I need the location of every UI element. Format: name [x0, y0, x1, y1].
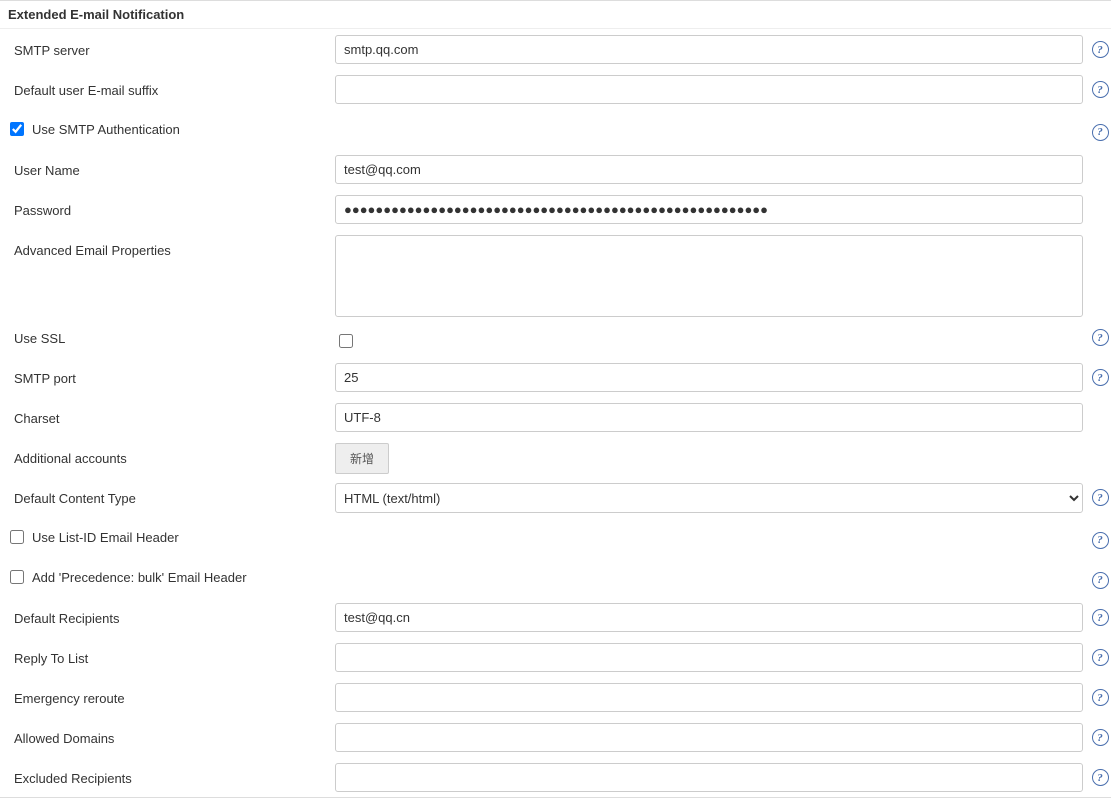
row-emergency-reroute: Emergency reroute ?: [0, 677, 1111, 717]
row-password: Password: [0, 189, 1111, 229]
default-recipients-input[interactable]: [335, 603, 1083, 632]
default-suffix-input[interactable]: [335, 75, 1083, 104]
label-allowed-domains: Allowed Domains: [0, 723, 335, 746]
use-ssl-checkbox[interactable]: [339, 334, 353, 348]
use-list-id-checkbox[interactable]: [10, 530, 24, 544]
label-use-smtp-auth: Use SMTP Authentication: [32, 122, 180, 137]
label-smtp-server: SMTP server: [0, 35, 335, 58]
row-additional-accounts: Additional accounts 新增: [0, 437, 1111, 477]
label-user-name: User Name: [0, 155, 335, 178]
smtp-port-input[interactable]: [335, 363, 1083, 392]
label-additional-accounts: Additional accounts: [0, 443, 335, 466]
help-icon[interactable]: ?: [1092, 609, 1109, 626]
section-title: Extended E-mail Notification: [0, 1, 1111, 29]
label-charset: Charset: [0, 403, 335, 426]
row-add-precedence: Add 'Precedence: bulk' Email Header ?: [0, 557, 1111, 597]
help-icon[interactable]: ?: [1092, 649, 1109, 666]
add-account-button[interactable]: 新增: [335, 443, 389, 474]
use-smtp-auth-checkbox[interactable]: [10, 122, 24, 136]
row-allowed-domains: Allowed Domains ?: [0, 717, 1111, 757]
label-use-list-id: Use List-ID Email Header: [32, 530, 179, 545]
row-excluded-recipients: Excluded Recipients ?: [0, 757, 1111, 797]
row-user-name: User Name: [0, 149, 1111, 189]
label-add-precedence: Add 'Precedence: bulk' Email Header: [32, 570, 247, 585]
excluded-recipients-input[interactable]: [335, 763, 1083, 792]
adv-props-textarea[interactable]: [335, 235, 1083, 317]
label-default-recipients: Default Recipients: [0, 603, 335, 626]
row-default-content-type: Default Content Type HTML (text/html) ?: [0, 477, 1111, 517]
default-content-type-select[interactable]: HTML (text/html): [335, 483, 1083, 513]
help-icon[interactable]: ?: [1092, 769, 1109, 786]
help-icon[interactable]: ?: [1092, 41, 1109, 58]
row-default-recipients: Default Recipients ?: [0, 597, 1111, 637]
reply-to-list-input[interactable]: [335, 643, 1083, 672]
help-icon[interactable]: ?: [1092, 124, 1109, 141]
emergency-reroute-input[interactable]: [335, 683, 1083, 712]
add-precedence-checkbox[interactable]: [10, 570, 24, 584]
help-icon[interactable]: ?: [1092, 329, 1109, 346]
extended-email-notification-section: Extended E-mail Notification SMTP server…: [0, 0, 1111, 798]
password-input[interactable]: [335, 195, 1083, 224]
help-icon[interactable]: ?: [1092, 489, 1109, 506]
user-name-input[interactable]: [335, 155, 1083, 184]
label-password: Password: [0, 195, 335, 218]
label-adv-props: Advanced Email Properties: [0, 235, 335, 258]
smtp-server-input[interactable]: [335, 35, 1083, 64]
row-adv-props: Advanced Email Properties: [0, 229, 1111, 317]
row-smtp-server: SMTP server ?: [0, 29, 1111, 69]
label-excluded-recipients: Excluded Recipients: [0, 763, 335, 786]
label-emergency-reroute: Emergency reroute: [0, 683, 335, 706]
row-use-smtp-auth: Use SMTP Authentication ?: [0, 109, 1111, 149]
row-use-list-id: Use List-ID Email Header ?: [0, 517, 1111, 557]
label-reply-to-list: Reply To List: [0, 643, 335, 666]
label-default-content-type: Default Content Type: [0, 483, 335, 506]
help-icon[interactable]: ?: [1092, 81, 1109, 98]
row-charset: Charset: [0, 397, 1111, 437]
label-default-suffix: Default user E-mail suffix: [0, 75, 335, 98]
help-icon[interactable]: ?: [1092, 532, 1109, 549]
charset-input[interactable]: [335, 403, 1083, 432]
help-icon[interactable]: ?: [1092, 689, 1109, 706]
row-smtp-port: SMTP port ?: [0, 357, 1111, 397]
label-use-ssl: Use SSL: [0, 323, 335, 346]
row-use-ssl: Use SSL ?: [0, 317, 1111, 357]
help-icon[interactable]: ?: [1092, 729, 1109, 746]
label-smtp-port: SMTP port: [0, 363, 335, 386]
row-default-suffix: Default user E-mail suffix ?: [0, 69, 1111, 109]
help-icon[interactable]: ?: [1092, 572, 1109, 589]
help-icon[interactable]: ?: [1092, 369, 1109, 386]
row-reply-to-list: Reply To List ?: [0, 637, 1111, 677]
allowed-domains-input[interactable]: [335, 723, 1083, 752]
